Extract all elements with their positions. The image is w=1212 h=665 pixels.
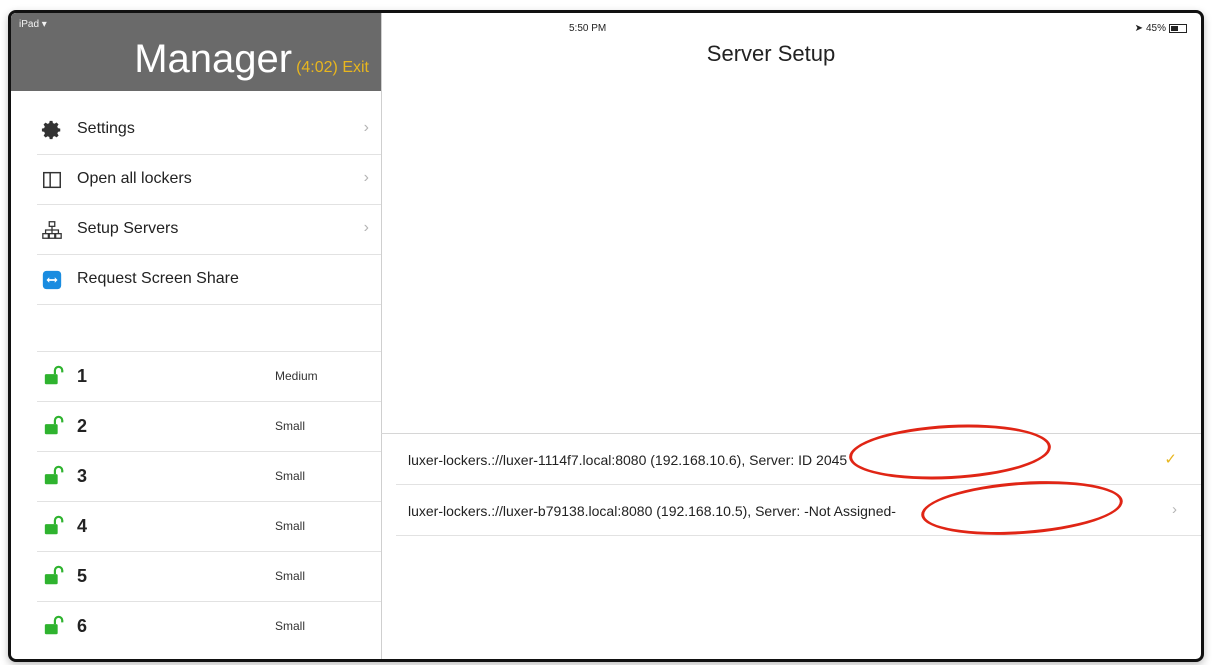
sidebar-menu: Settings › Open all lockers › Setup Serv… (11, 105, 381, 305)
locker-list: 1 Medium 2 Small 3 Small 4 Small 5 Small… (11, 351, 381, 651)
sidebar: iPad ▾ Manager (4:02) Exit Settings › Ope… (11, 13, 382, 659)
locker-number: 2 (77, 416, 88, 436)
locker-row[interactable]: 3 Small (37, 451, 381, 501)
menu-label: Setup Servers (77, 220, 179, 237)
gear-icon (41, 120, 61, 140)
device-status: iPad ▾ (19, 19, 47, 30)
locker-row[interactable]: 4 Small (37, 501, 381, 551)
unlocked-icon (44, 515, 64, 535)
locker-number: 4 (77, 516, 88, 536)
locker-size: Small (275, 419, 306, 433)
menu-item-request-screen-share[interactable]: Request Screen Share (37, 255, 381, 305)
chevron-right-icon: › (1172, 501, 1177, 518)
server-url: luxer-lockers.://luxer-1114f7.local:8080… (408, 452, 746, 468)
locker-number: 5 (77, 566, 88, 586)
chevron-right-icon: › (363, 119, 369, 136)
locker-row[interactable]: 2 Small (37, 401, 381, 451)
locker-number: 3 (77, 466, 88, 486)
server-assignment: Server: ID 2045 (749, 452, 848, 468)
menu-label: Settings (77, 120, 135, 137)
device-label: iPad (19, 19, 40, 30)
chevron-right-icon: › (363, 219, 369, 236)
page-title: Server Setup (706, 41, 836, 66)
battery-icon (1169, 24, 1187, 33)
locker-row[interactable]: 1 Medium (37, 351, 381, 401)
chevron-right-icon: › (363, 169, 369, 186)
unlocked-icon (44, 465, 64, 485)
locker-size: Small (275, 569, 306, 583)
menu-item-open-all-lockers[interactable]: Open all lockers › (37, 155, 381, 205)
locker-icon (43, 171, 61, 189)
exit-timer-button[interactable]: (4:02) Exit (296, 59, 369, 76)
locker-size: Small (275, 619, 306, 633)
ipad-screen: iPad ▾ Manager (4:02) Exit Settings › Ope… (8, 10, 1204, 662)
screen-share-icon (42, 270, 62, 290)
locker-number: 1 (77, 366, 88, 386)
unlocked-icon (44, 415, 64, 435)
battery-percent: 45% (1145, 23, 1166, 34)
locker-number: 6 (77, 616, 88, 636)
status-time: 5:50 PM (569, 23, 607, 34)
menu-item-setup-servers[interactable]: Setup Servers › (37, 205, 381, 255)
menu-item-settings[interactable]: Settings › (37, 105, 381, 155)
network-icon (42, 221, 62, 239)
manager-label: Manager (134, 37, 293, 81)
server-row[interactable]: luxer-lockers.://luxer-b79138.local:8080… (396, 485, 1201, 536)
server-assignment: Server: -Not Assigned- (755, 503, 896, 519)
sidebar-header: iPad ▾ Manager (4:02) Exit (11, 13, 381, 91)
server-address: luxer-lockers.://luxer-1114f7.local:8080… (408, 452, 847, 468)
unlocked-icon (44, 365, 64, 385)
manager-title: Manager (4:02) Exit (134, 35, 369, 92)
unlocked-icon (44, 615, 64, 635)
server-list: luxer-lockers.://luxer-1114f7.local:8080… (381, 433, 1201, 536)
locker-row[interactable]: 5 Small (37, 551, 381, 601)
wifi-icon: ▾ (41, 19, 47, 30)
locker-size: Small (275, 469, 306, 483)
checkmark-icon: ✓ (1164, 451, 1177, 468)
menu-label: Request Screen Share (77, 270, 239, 287)
server-url: luxer-lockers.://luxer-b79138.local:8080… (408, 503, 752, 519)
unlocked-icon (44, 565, 64, 585)
menu-label: Open all lockers (77, 170, 192, 187)
server-setup-panel: 5:50 PM ➤ 45% Server Setup luxer-lockers… (381, 13, 1201, 659)
server-row[interactable]: luxer-lockers.://luxer-1114f7.local:8080… (396, 434, 1201, 485)
server-address: luxer-lockers.://luxer-b79138.local:8080… (408, 503, 896, 519)
location-icon: ➤ (1134, 23, 1143, 34)
battery-status: ➤ 45% (1135, 23, 1187, 34)
locker-size: Small (275, 519, 306, 533)
locker-row[interactable]: 6 Small (37, 601, 381, 651)
locker-size: Medium (275, 369, 318, 383)
